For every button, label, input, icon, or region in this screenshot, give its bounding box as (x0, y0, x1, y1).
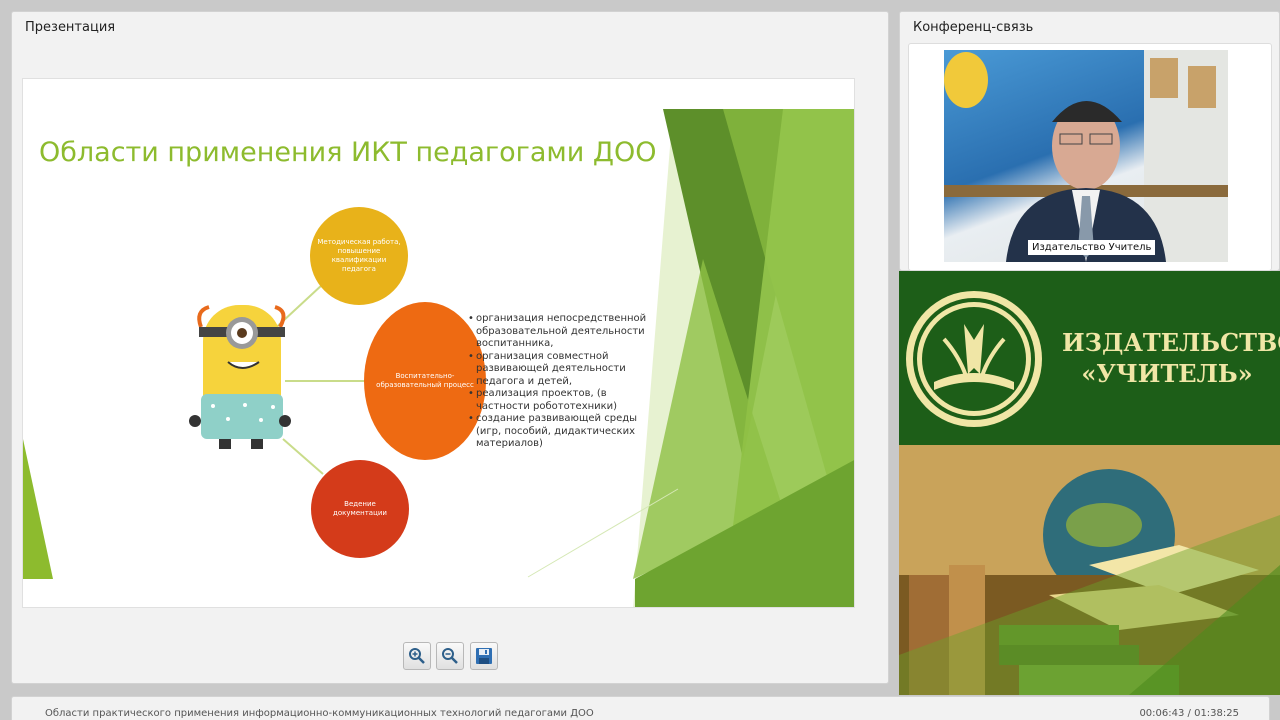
list-item: организация совместной развивающей деяте… (468, 351, 648, 389)
banner-top: ИЗДАТЕЛЬСТВО «УЧИТЕЛЬ» (899, 271, 1280, 445)
conference-panel-title: Конференц-связь (913, 20, 1034, 35)
zoom-out-button[interactable] (436, 642, 464, 670)
zoom-in-button[interactable] (403, 642, 431, 670)
brand-name: ИЗДАТЕЛЬСТВО «УЧИТЕЛЬ» (1062, 327, 1280, 389)
circle-documentation: Ведение документации (311, 460, 409, 558)
circle-methodical-work: Методическая работа, повышение квалифика… (310, 207, 408, 305)
list-item: создание развивающей среды (игр, пособий… (468, 413, 648, 451)
speaker-video-image (944, 50, 1228, 262)
banner-bottom (899, 445, 1280, 695)
slide-bullet-list: организация непосредственной образовател… (468, 313, 648, 451)
video-feed[interactable]: Издательство Учитель (944, 50, 1228, 262)
brand-line-2: «УЧИТЕЛЬ» (1081, 359, 1253, 388)
video-label: Издательство Учитель (1028, 240, 1156, 255)
save-button[interactable] (470, 642, 498, 670)
slide-title: Области применения ИКТ педагогами ДОО (39, 137, 657, 168)
list-item: организация непосредственной образовател… (468, 313, 648, 351)
presentation-panel-title: Презентация (25, 20, 116, 35)
conference-panel: Конференц-связь Издательство Учитель (899, 11, 1280, 271)
presentation-panel: Презентация Области применения ИКТ педаг… (11, 11, 889, 684)
list-item: реализация проектов, (в частности робото… (468, 388, 648, 413)
zoom-in-icon (409, 648, 425, 664)
brand-line-1: ИЗДАТЕЛЬСТВО (1062, 328, 1280, 357)
books-and-globe-image (899, 445, 1280, 695)
zoom-out-icon (442, 648, 458, 664)
status-bar: Области практического применения информа… (11, 696, 1270, 720)
publisher-banner: ИЗДАТЕЛЬСТВО «УЧИТЕЛЬ» (899, 271, 1280, 695)
lecture-title: Области практического применения информа… (45, 708, 594, 719)
playback-time: 00:06:43 / 01:38:25 (1139, 708, 1239, 719)
save-icon (476, 648, 492, 664)
publisher-logo (906, 291, 1042, 427)
minion-illustration (189, 305, 291, 449)
presentation-slide: Области применения ИКТ педагогами ДОО Ме… (22, 78, 855, 608)
